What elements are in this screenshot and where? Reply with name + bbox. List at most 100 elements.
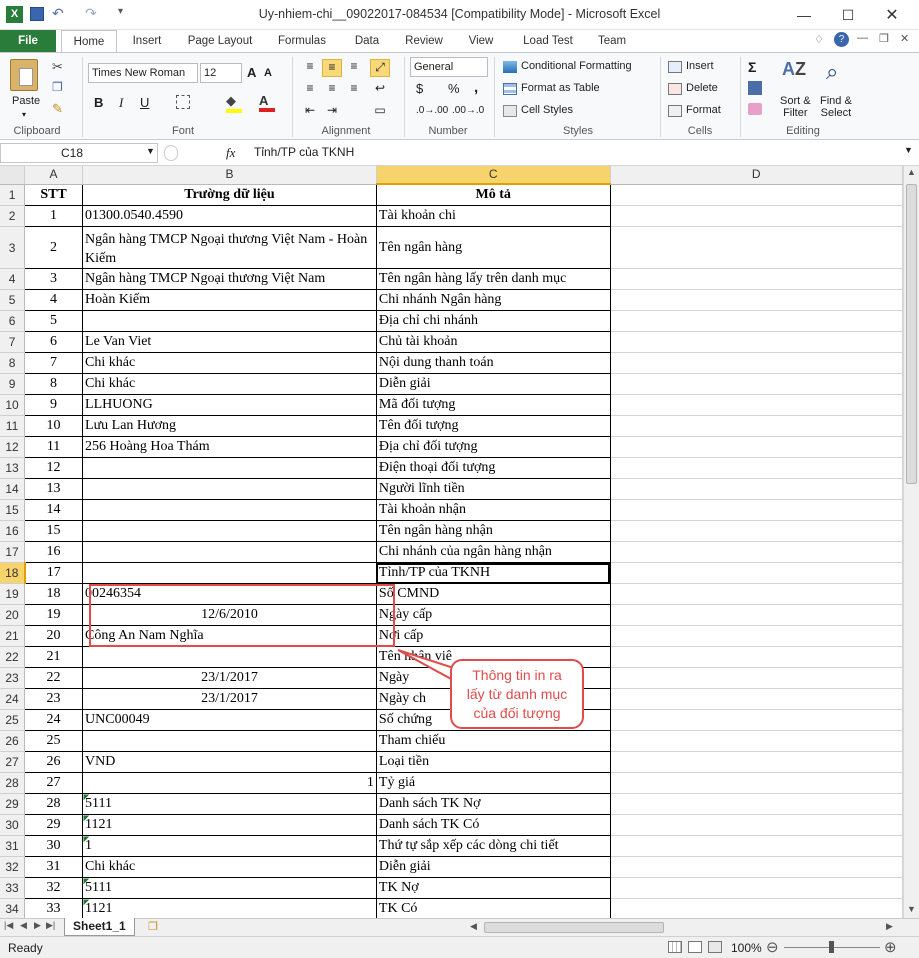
cell-empty[interactable] — [610, 436, 903, 458]
paste-button[interactable]: Paste — [12, 95, 40, 107]
cell-empty[interactable] — [610, 226, 903, 269]
row-header[interactable]: 15 — [0, 499, 26, 521]
cell-empty[interactable] — [610, 205, 903, 227]
close-workbook-icon[interactable]: ✕ — [900, 32, 909, 45]
cell-stt[interactable]: 4 — [24, 289, 84, 311]
cell-empty[interactable] — [610, 352, 903, 374]
align-top-icon[interactable]: ≡ — [300, 59, 320, 77]
cell-empty[interactable] — [610, 688, 903, 710]
cell-description[interactable]: Tham chiếu — [376, 730, 611, 752]
cell-description[interactable]: Tài khoản nhận — [376, 499, 611, 521]
cell-description[interactable]: Tỷ giá — [376, 772, 611, 794]
cell-field[interactable]: Chi khác — [82, 856, 377, 878]
name-box-dropdown-icon[interactable]: ▼ — [146, 146, 155, 156]
cell-stt[interactable]: 13 — [24, 478, 84, 500]
row-header[interactable]: 6 — [0, 310, 26, 332]
merge-center-icon[interactable]: ▭ — [370, 103, 390, 117]
row-header[interactable]: 12 — [0, 436, 26, 458]
cell-field[interactable]: 256 Hoàng Hoa Thám — [82, 436, 377, 458]
cell-field[interactable]: 01300.0540.4590 — [82, 205, 377, 227]
cell-empty[interactable] — [610, 562, 903, 584]
format-painter-icon[interactable]: ✎ — [52, 101, 63, 117]
cell-stt[interactable]: 17 — [24, 562, 84, 584]
cell-stt[interactable]: 27 — [24, 772, 84, 794]
cell-description[interactable]: Địa chỉ đối tượng — [376, 436, 611, 458]
next-sheet-icon[interactable]: ▶ — [34, 920, 41, 931]
align-middle-icon[interactable]: ≡ — [322, 59, 342, 77]
row-header[interactable]: 5 — [0, 289, 26, 311]
font-color-icon[interactable]: A — [259, 93, 275, 112]
cell-empty[interactable] — [610, 268, 903, 290]
align-right-icon[interactable]: ≡ — [344, 81, 364, 95]
decrease-decimal-icon[interactable]: .00→.0 — [452, 105, 484, 116]
format-cells-icon[interactable] — [668, 105, 682, 117]
cell-field[interactable]: 1121 — [82, 814, 377, 836]
cell-empty[interactable] — [610, 604, 903, 626]
cell-description[interactable]: Diễn giải — [376, 373, 611, 395]
cell-field[interactable]: 1 — [82, 772, 377, 794]
cell-stt[interactable]: 26 — [24, 751, 84, 773]
cell-empty[interactable] — [610, 415, 903, 437]
last-sheet-icon[interactable]: ▶| — [46, 920, 55, 931]
cell-empty[interactable] — [610, 289, 903, 311]
column-header-b[interactable]: B — [82, 166, 377, 185]
cell-empty[interactable] — [610, 520, 903, 542]
number-format-combo[interactable]: General — [410, 57, 488, 77]
row-header[interactable]: 23 — [0, 667, 26, 689]
comma-icon[interactable]: , — [474, 79, 478, 96]
page-break-view-icon[interactable] — [708, 941, 722, 953]
cell-stt[interactable]: 8 — [24, 373, 84, 395]
close-icon[interactable]: ✕ — [872, 0, 912, 30]
cell-empty[interactable] — [610, 877, 903, 899]
cell-description[interactable]: Danh sách TK Có — [376, 814, 611, 836]
scroll-right-icon[interactable]: ▶ — [886, 921, 893, 932]
cell-description[interactable]: Danh sách TK Nợ — [376, 793, 611, 815]
column-header-d[interactable]: D — [610, 166, 903, 185]
cell-empty[interactable] — [610, 898, 903, 918]
cell-description[interactable]: Ngày cấp — [376, 604, 611, 626]
cell-stt[interactable]: 15 — [24, 520, 84, 542]
maximize-icon[interactable]: ☐ — [828, 0, 868, 30]
row-header[interactable]: 25 — [0, 709, 26, 731]
row-header[interactable]: 21 — [0, 625, 26, 647]
cell-description[interactable]: Tài khoản chi — [376, 205, 611, 227]
cell-empty[interactable] — [610, 394, 903, 416]
tab-team[interactable]: Team — [590, 30, 634, 52]
row-header[interactable]: 9 — [0, 373, 26, 395]
sort-filter-button[interactable]: Sort & Filter — [780, 95, 811, 119]
cell-field[interactable]: 1121 — [82, 898, 377, 918]
grow-font-icon[interactable]: A — [247, 65, 256, 80]
align-center-icon[interactable]: ≡ — [322, 81, 342, 95]
insert-function-icon[interactable]: fx — [226, 145, 235, 161]
row-header[interactable]: 18 — [0, 562, 26, 584]
cell-description[interactable]: Chủ tài khoản — [376, 331, 611, 353]
format-as-table-button[interactable]: Format as Table — [521, 82, 600, 94]
cell-stt[interactable]: 22 — [24, 667, 84, 689]
cell-field[interactable]: Ngân hàng TMCP Ngoại thương Việt Nam — [82, 268, 377, 290]
cell-empty[interactable] — [610, 373, 903, 395]
row-header[interactable]: 1 — [0, 184, 26, 206]
percent-icon[interactable]: % — [448, 81, 460, 96]
cell-stt[interactable]: 2 — [24, 226, 84, 269]
tab-data[interactable]: Data — [344, 30, 390, 52]
cell-stt[interactable]: 31 — [24, 856, 84, 878]
cell-empty[interactable] — [610, 856, 903, 878]
restore-window-icon[interactable]: — — [857, 32, 868, 44]
row-header[interactable]: 7 — [0, 331, 26, 353]
cell-field[interactable] — [82, 646, 377, 668]
horizontal-scrollbar[interactable]: ◀ ▶ — [470, 920, 900, 935]
cell-empty[interactable] — [610, 793, 903, 815]
page-layout-view-icon[interactable] — [688, 941, 702, 953]
cell-empty[interactable] — [610, 835, 903, 857]
cell-stt[interactable]: 29 — [24, 814, 84, 836]
cell-empty[interactable] — [610, 772, 903, 794]
row-header[interactable]: 26 — [0, 730, 26, 752]
align-bottom-icon[interactable]: ≡ — [344, 59, 364, 77]
cell-stt[interactable]: 3 — [24, 268, 84, 290]
first-sheet-icon[interactable]: |◀ — [4, 920, 13, 931]
cell-field[interactable]: 5111 — [82, 877, 377, 899]
wrap-text-icon[interactable]: ↩ — [370, 81, 390, 95]
cell-stt[interactable]: 23 — [24, 688, 84, 710]
cell-stt[interactable]: 5 — [24, 310, 84, 332]
cell-stt[interactable]: 19 — [24, 604, 84, 626]
